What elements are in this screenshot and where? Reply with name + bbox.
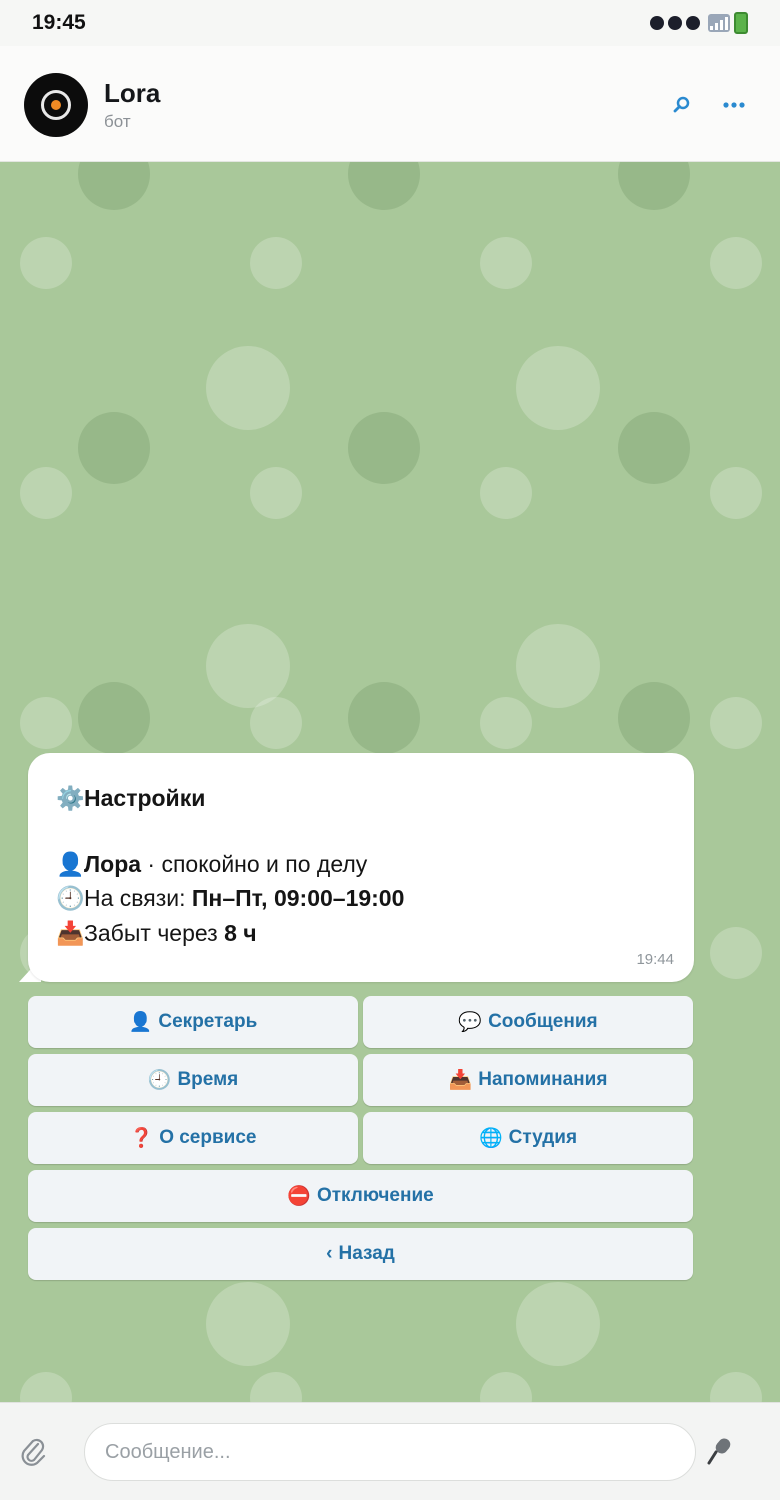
pattern-dot bbox=[710, 927, 762, 979]
signal-dot-icon bbox=[650, 16, 664, 30]
pattern-dot bbox=[20, 697, 72, 749]
about-button-label: О сервисе bbox=[159, 1127, 257, 1148]
avatar[interactable] bbox=[24, 73, 88, 137]
back-button[interactable]: ‹ Назад bbox=[28, 1228, 693, 1280]
battery-icon bbox=[734, 12, 748, 34]
status-bar: 19:45 bbox=[0, 0, 780, 46]
pattern-dot bbox=[516, 1282, 600, 1366]
chat-subtitle: бот bbox=[104, 112, 131, 131]
status-time: 19:45 bbox=[32, 11, 86, 34]
search-button[interactable] bbox=[665, 90, 699, 120]
user-icon: 👤 bbox=[128, 1012, 153, 1033]
pattern-dot bbox=[250, 237, 302, 289]
pattern-dot bbox=[250, 697, 302, 749]
message-bubble: ⚙️Настройки 👤Лора · спокойно и по делу 🕘… bbox=[28, 753, 694, 982]
chevron-left-icon: ‹ bbox=[326, 1243, 333, 1264]
pattern-dot bbox=[20, 1372, 72, 1402]
user-icon: 👤 bbox=[56, 851, 85, 877]
message-time: 19:44 bbox=[636, 951, 674, 968]
clock-icon: 🕘 bbox=[56, 885, 85, 911]
pattern-dot bbox=[206, 1282, 290, 1366]
gear-icon: ⚙️ bbox=[56, 785, 85, 811]
pattern-dot bbox=[348, 162, 420, 210]
pattern-dot bbox=[516, 346, 600, 430]
studio-button[interactable]: 🌐 Студия bbox=[363, 1112, 693, 1164]
pattern-dot bbox=[710, 467, 762, 519]
speech-bubble-icon: 💬 bbox=[458, 1012, 483, 1033]
message-title: ⚙️Настройки bbox=[56, 785, 205, 812]
messages-button[interactable]: 💬 Сообщения bbox=[363, 996, 693, 1048]
message-line-hours: 🕘На связи: Пн–Пт, 09:00–19:00 bbox=[56, 885, 404, 912]
signal-dot-icon bbox=[668, 16, 682, 30]
cellular-signal-icon bbox=[708, 14, 730, 32]
hours-label: На связи: bbox=[84, 885, 192, 911]
signal-dot-icon bbox=[686, 16, 700, 30]
more-button[interactable] bbox=[717, 90, 751, 120]
pattern-dot bbox=[710, 1372, 762, 1402]
pattern-dot bbox=[618, 682, 690, 754]
microphone-icon bbox=[707, 1438, 731, 1465]
pattern-dot bbox=[250, 1372, 302, 1402]
attach-button[interactable] bbox=[16, 1433, 50, 1469]
pattern-dot bbox=[20, 467, 72, 519]
forget-label: Забыт через bbox=[84, 920, 225, 946]
pattern-dot bbox=[480, 237, 532, 289]
pattern-dot bbox=[618, 162, 690, 210]
pattern-dot bbox=[78, 162, 150, 210]
time-button[interactable]: 🕘 Время bbox=[28, 1054, 358, 1106]
time-button-label: Время bbox=[177, 1069, 239, 1090]
inbox-icon: 📥 bbox=[56, 920, 85, 946]
question-icon: ❓ bbox=[129, 1128, 154, 1149]
paperclip-icon bbox=[21, 1438, 46, 1466]
no-entry-icon: ⛔ bbox=[287, 1186, 311, 1207]
more-icon bbox=[723, 102, 745, 108]
secretary-name: Лора bbox=[84, 851, 142, 877]
message-title-text: Настройки bbox=[84, 785, 206, 811]
studio-button-label: Студия bbox=[508, 1127, 578, 1148]
pattern-dot bbox=[710, 697, 762, 749]
pattern-dot bbox=[480, 1372, 532, 1402]
bot-logo-icon bbox=[41, 90, 71, 120]
pattern-dot bbox=[480, 697, 532, 749]
reminders-button[interactable]: 📥 Напоминания bbox=[363, 1054, 693, 1106]
forget-value: 8 ч bbox=[224, 920, 257, 946]
pattern-dot bbox=[348, 682, 420, 754]
secretary-style: · спокойно и по делу bbox=[141, 851, 368, 877]
pattern-dot bbox=[480, 467, 532, 519]
disable-button[interactable]: ⛔ Отключение bbox=[28, 1170, 693, 1222]
pattern-dot bbox=[618, 412, 690, 484]
pattern-dot bbox=[250, 467, 302, 519]
message-line-secretary: 👤Лора · спокойно и по делу bbox=[56, 851, 367, 878]
reminders-button-label: Напоминания bbox=[478, 1069, 608, 1090]
disable-button-label: Отключение bbox=[316, 1185, 434, 1206]
message-line-forget: 📥Забыт через 8 ч bbox=[56, 920, 257, 947]
secretary-button[interactable]: 👤 Секретарь bbox=[28, 996, 358, 1048]
status-icons bbox=[650, 12, 748, 34]
pattern-dot bbox=[78, 682, 150, 754]
microphone-button[interactable] bbox=[704, 1433, 734, 1469]
message-input[interactable] bbox=[84, 1423, 696, 1481]
pattern-dot bbox=[348, 412, 420, 484]
about-button[interactable]: ❓ О сервисе bbox=[28, 1112, 358, 1164]
secretary-button-label: Секретарь bbox=[158, 1011, 258, 1032]
search-icon bbox=[673, 96, 690, 113]
chat-title[interactable]: Lora bbox=[104, 78, 160, 109]
hours-value: Пн–Пт, 09:00–19:00 bbox=[191, 885, 405, 911]
globe-icon: 🌐 bbox=[478, 1128, 503, 1149]
message-input-bar bbox=[0, 1402, 780, 1500]
pattern-dot bbox=[78, 412, 150, 484]
pattern-dot bbox=[206, 346, 290, 430]
back-button-label: Назад bbox=[338, 1243, 395, 1264]
clock-icon: 🕘 bbox=[147, 1070, 172, 1091]
pattern-dot bbox=[710, 237, 762, 289]
pattern-dot bbox=[516, 624, 600, 708]
messages-button-label: Сообщения bbox=[488, 1011, 598, 1032]
pattern-dot bbox=[206, 624, 290, 708]
chat-header: Lora бот bbox=[0, 46, 780, 162]
inbox-icon: 📥 bbox=[448, 1070, 473, 1091]
pattern-dot bbox=[20, 237, 72, 289]
